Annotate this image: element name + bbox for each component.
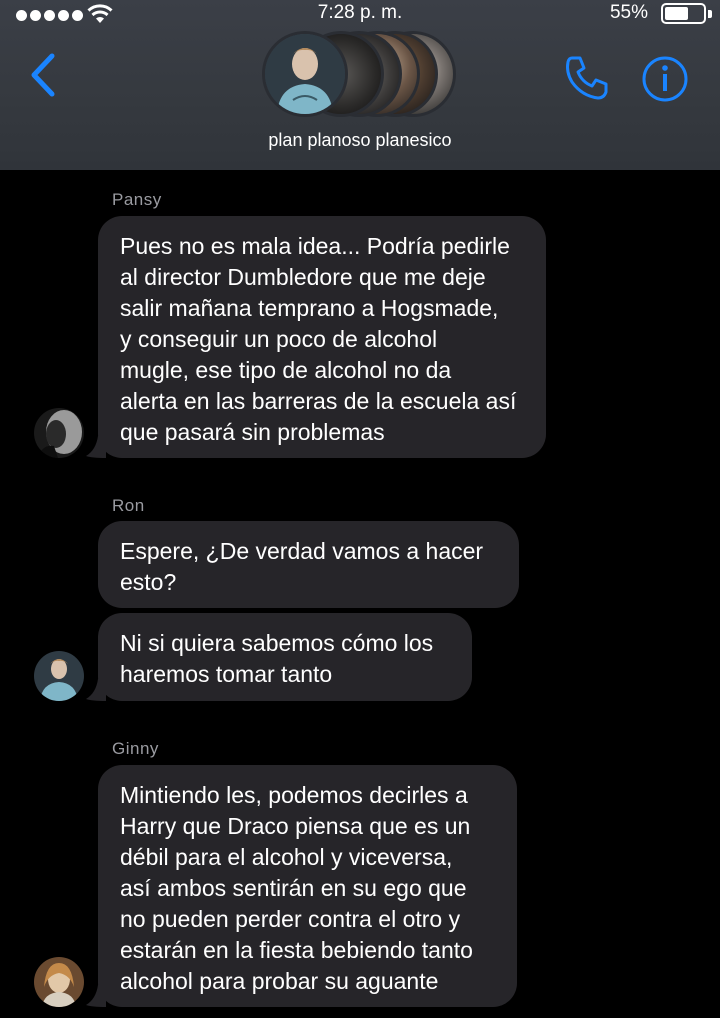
message-line: que pasará sin problemas: [120, 419, 385, 445]
avatar[interactable]: [34, 408, 84, 458]
message-bubble[interactable]: Mintiendo les, podemos decirles a Harry …: [98, 765, 517, 1007]
avatar[interactable]: [34, 957, 84, 1007]
message-bubble[interactable]: Pues no es mala idea... Podría pedirle a…: [98, 216, 546, 458]
group-name: plan planoso planesico: [268, 130, 452, 150]
battery-level-fill: [665, 7, 688, 20]
message-line: alcohol para probar su aguante: [120, 968, 439, 994]
message-line: no pueden perder contra el otro y: [120, 906, 461, 932]
group-member-avatar: [262, 31, 348, 117]
battery-icon: [661, 3, 706, 24]
message-line: Harry que Draco piensa que es un: [120, 813, 471, 839]
message-line: Ni si quiera sabemos cómo los: [120, 630, 434, 656]
message-line: Mintiendo les, podemos decirles a: [120, 782, 468, 808]
bubble-tail: [86, 985, 106, 1007]
message-line: así ambos sentirán en su ego que: [120, 875, 467, 901]
message-bubble[interactable]: Ni si quiera sabemos cómo los haremos to…: [98, 613, 472, 701]
message-line: estarán en la fiesta bebiendo tanto: [120, 937, 473, 963]
chat-header: 7:28 p. m. 55% plan planoso planesico: [0, 0, 720, 170]
bubble-tail: [86, 679, 106, 701]
sender-name-pansy: Pansy: [112, 190, 162, 209]
battery-tip: [708, 10, 712, 18]
group-avatars[interactable]: [262, 28, 462, 120]
info-icon[interactable]: [640, 54, 690, 104]
sender-name-ron: Ron: [112, 496, 145, 515]
message-line: Pues no es mala idea... Podría pedirle: [120, 233, 510, 259]
message-line: y conseguir un poco de alcohol: [120, 326, 438, 352]
message-line: salir mañana temprano a Hogsmade,: [120, 295, 499, 321]
chevron-left-icon[interactable]: [28, 52, 60, 98]
battery-percent: 55%: [609, 2, 648, 23]
status-bar: 7:28 p. m. 55%: [0, 0, 720, 30]
message-line: mugle, ese tipo de alcohol no da: [120, 357, 452, 383]
sender-name-ginny: Ginny: [112, 739, 159, 758]
message-line: esto?: [120, 569, 177, 595]
message-line: alerta en las barreras de la escuela así: [120, 388, 517, 414]
message-line: Espere, ¿De verdad vamos a hacer: [120, 538, 484, 564]
avatar[interactable]: [34, 651, 84, 701]
message-line: haremos tomar tanto: [120, 661, 333, 687]
message-line: débil para el alcohol y viceversa,: [120, 844, 453, 870]
phone-icon[interactable]: [562, 52, 612, 102]
bubble-tail: [86, 436, 106, 458]
message-bubble[interactable]: Espere, ¿De verdad vamos a hacer esto?: [98, 521, 519, 608]
message-line: al director Dumbledore que me deje: [120, 264, 486, 290]
